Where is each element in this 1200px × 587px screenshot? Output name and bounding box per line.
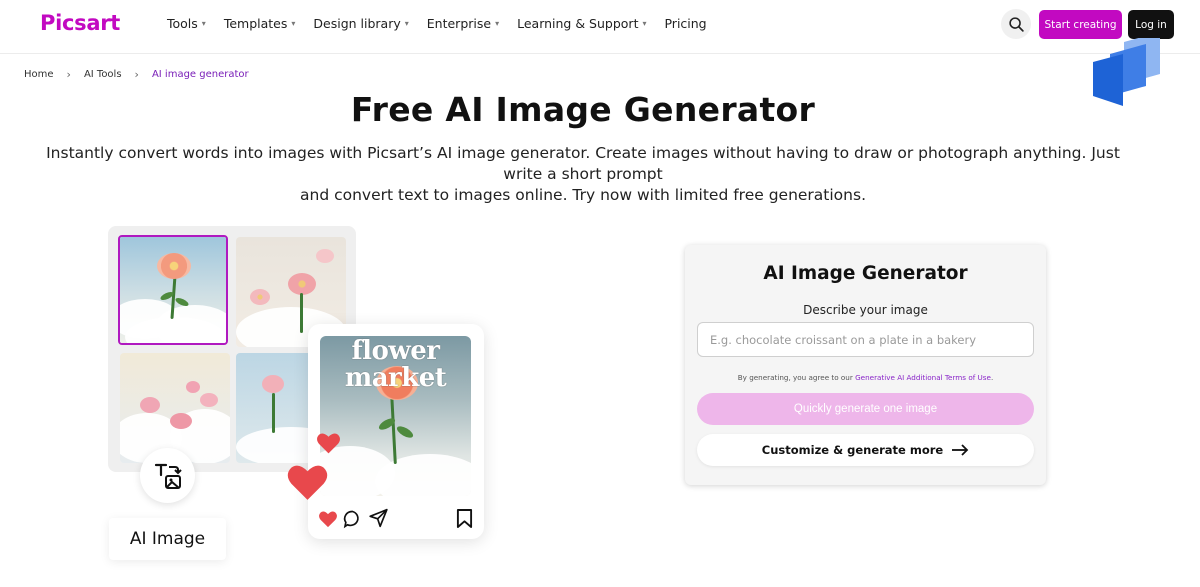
quick-generate-label: Quickly generate one image (793, 403, 938, 415)
nav-item-label: Learning & Support (517, 16, 639, 31)
nav-item-enterprise[interactable]: Enterprise ▾ (427, 16, 499, 31)
post-overlay-text: flower market (344, 336, 447, 393)
search-icon (1008, 16, 1024, 32)
terms-link[interactable]: Generative AI Additional Terms of Use (855, 373, 991, 382)
terms-prefix: By generating, you agree to our (737, 373, 856, 382)
comment-icon[interactable] (342, 509, 363, 529)
breadcrumb-current: AI image generator (151, 69, 249, 80)
generator-title: AI Image Generator (763, 263, 968, 284)
subtitle-line-1: Instantly convert words into images with… (46, 144, 1120, 183)
describe-image-label: Describe your image (803, 303, 928, 317)
nav-item-templates[interactable]: Templates ▾ (224, 16, 296, 31)
picsart-logo[interactable]: Picsart (40, 11, 120, 35)
chevron-down-icon: ▾ (201, 19, 206, 28)
nav-item-tools[interactable]: Tools ▾ (167, 16, 206, 31)
start-creating-button[interactable]: Start creating (1039, 10, 1122, 39)
chevron-down-icon: ▾ (495, 19, 500, 28)
breadcrumb-ai-tools[interactable]: AI Tools (84, 69, 122, 80)
bookmark-icon[interactable] (456, 508, 473, 529)
main-menu: Tools ▾ Templates ▾ Design library ▾ Ent… (167, 16, 725, 31)
chevron-down-icon: ▾ (642, 19, 647, 28)
post-actions (318, 508, 474, 530)
top-navigation: Picsart Tools ▾ Templates ▾ Design libra… (0, 0, 1200, 54)
prompt-input[interactable] (697, 322, 1034, 357)
nav-item-label: Tools (167, 16, 198, 31)
chevron-down-icon: ▾ (404, 19, 409, 28)
share-icon[interactable] (368, 508, 389, 528)
nav-item-label: Pricing (664, 16, 707, 31)
chevron-down-icon: ▾ (291, 19, 296, 28)
page-title: Free AI Image Generator (350, 90, 816, 129)
customize-generate-button[interactable]: Customize & generate more (697, 434, 1034, 466)
nav-item-pricing[interactable]: Pricing (664, 16, 706, 31)
arrow-right-icon (952, 444, 969, 456)
nav-item-label: Enterprise (426, 16, 492, 31)
breadcrumb: Home › AI Tools › AI image generator (24, 68, 249, 81)
subtitle-line-2: and convert text to images online. Try n… (300, 186, 866, 204)
text-to-image-icon (154, 463, 182, 489)
generated-image-thumbnail (120, 353, 230, 463)
customize-generate-label: Customize & generate more (761, 443, 944, 457)
text-to-image-badge (140, 448, 195, 503)
search-button[interactable] (1001, 9, 1031, 39)
chevron-right-icon: › (134, 68, 139, 81)
log-in-button[interactable]: Log in (1128, 10, 1174, 39)
breadcrumb-home[interactable]: Home (24, 69, 54, 80)
floating-heart-icon (287, 465, 328, 500)
nav-item-label: Design library (313, 16, 401, 31)
terms-suffix: . (990, 373, 994, 382)
generated-image-thumbnail (118, 235, 228, 345)
nav-item-design-library[interactable]: Design library ▾ (313, 16, 408, 31)
ai-image-generator-panel: AI Image Generator Describe your image B… (685, 245, 1046, 485)
quick-generate-button[interactable]: Quickly generate one image (697, 393, 1034, 425)
nav-item-label: Templates (223, 16, 288, 31)
ai-image-label: AI Image (109, 518, 226, 560)
terms-notice: By generating, you agree to our Generati… (685, 373, 1046, 382)
page-subtitle: Instantly convert words into images with… (40, 143, 1126, 206)
chevron-right-icon: › (66, 68, 71, 81)
floating-heart-icon (317, 433, 340, 454)
nav-item-learning-support[interactable]: Learning & Support ▾ (517, 16, 646, 31)
heart-icon[interactable] (318, 510, 338, 528)
post-image: flower market (320, 336, 471, 496)
